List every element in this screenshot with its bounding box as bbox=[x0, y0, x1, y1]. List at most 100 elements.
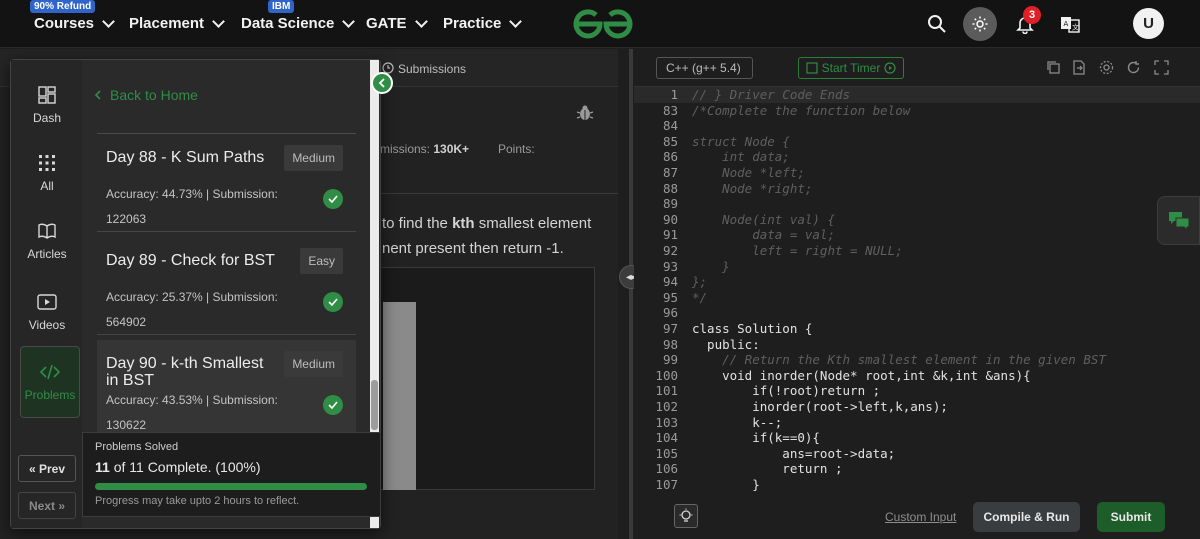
editor-toolbar: C++ (g++ 5.4) Start Timer bbox=[634, 49, 1200, 87]
drawer-scrollbar-thumb[interactable] bbox=[371, 380, 378, 430]
nav-gate[interactable]: GATE bbox=[366, 15, 428, 32]
code-editor-pane: C++ (g++ 5.4) Start Timer 1 // } Driver C… bbox=[634, 49, 1200, 539]
code-line: 96 bbox=[634, 305, 1200, 321]
svg-text:文: 文 bbox=[1072, 23, 1079, 32]
code-text: // } Driver Code Ends bbox=[692, 87, 851, 102]
sidebar-item-problems[interactable]: Problems bbox=[20, 346, 80, 418]
desc-post: smallest element bbox=[474, 215, 592, 232]
prev-button[interactable]: « Prev bbox=[18, 455, 76, 482]
code-line: 87 Node *left; bbox=[634, 165, 1200, 181]
chat-button[interactable] bbox=[1157, 196, 1200, 245]
top-navbar: 90% Refund Courses Placement IBM Data Sc… bbox=[0, 0, 1200, 48]
code-text: class Solution { bbox=[692, 321, 813, 336]
line-number: 99 bbox=[662, 352, 678, 368]
sidebar-item-all[interactable]: All bbox=[17, 153, 77, 193]
code-text: // Return the Kth smallest element in th… bbox=[692, 352, 1106, 368]
start-timer-label: Start Timer bbox=[821, 61, 881, 75]
line-number: 87 bbox=[662, 165, 678, 180]
lightbulb-icon bbox=[679, 508, 693, 522]
code-text: if(k==0){ bbox=[692, 430, 820, 446]
line-number: 97 bbox=[662, 321, 678, 336]
theme-toggle-button[interactable] bbox=[963, 7, 997, 41]
problem-description-line: nent present then return -1. bbox=[382, 240, 564, 257]
gfg-logo[interactable] bbox=[572, 8, 634, 40]
settings-gear-icon[interactable] bbox=[1099, 60, 1114, 75]
nav-placement[interactable]: Placement bbox=[129, 15, 225, 32]
nav-practice[interactable]: Practice bbox=[443, 15, 523, 32]
difficulty-badge: Easy bbox=[300, 248, 343, 274]
user-avatar[interactable]: U bbox=[1133, 8, 1164, 39]
code-line: 103 k--; bbox=[634, 415, 1200, 431]
code-line: 83 /*Complete the function below bbox=[634, 103, 1200, 119]
sidebar-item-videos[interactable]: Videos bbox=[17, 292, 77, 332]
nav-practice-label: Practice bbox=[443, 15, 502, 32]
difficulty-badge: Medium bbox=[284, 351, 343, 377]
hint-bulb-button[interactable] bbox=[674, 504, 698, 528]
bug-report-icon[interactable] bbox=[576, 104, 594, 122]
line-number: 103 bbox=[655, 414, 678, 430]
problem-card[interactable]: Day 89 - Check for BST Easy Accuracy: 25.3… bbox=[97, 237, 356, 335]
custom-input-link[interactable]: Custom Input bbox=[885, 510, 956, 524]
code-text: struct Node { bbox=[692, 133, 790, 149]
video-icon bbox=[37, 294, 57, 310]
line-number: 95 bbox=[662, 289, 678, 305]
chevron-down-icon bbox=[102, 15, 115, 28]
code-line: 89 bbox=[634, 196, 1200, 212]
code-line: 92 left = right = NULL; bbox=[634, 243, 1200, 259]
line-number: 90 bbox=[662, 211, 678, 227]
code-line: 90 Node(int val) { bbox=[634, 212, 1200, 228]
nav-placement-label: Placement bbox=[129, 15, 205, 32]
line-number: 91 bbox=[662, 227, 678, 243]
code-line: 106 return ; bbox=[634, 461, 1200, 477]
code-line: 102 inorder(root->left,k,ans); bbox=[634, 399, 1200, 415]
line-number: 84 bbox=[662, 118, 678, 134]
code-text: k--; bbox=[692, 414, 783, 430]
points-stat: Points: bbox=[498, 142, 535, 156]
chevron-down-icon bbox=[342, 15, 356, 28]
code-text: if(!root)return ; bbox=[692, 383, 881, 399]
import-file-icon[interactable] bbox=[1071, 60, 1086, 75]
sidebar-item-articles[interactable]: Articles bbox=[17, 221, 77, 261]
code-line: 104 if(k==0){ bbox=[634, 430, 1200, 446]
nav-courses[interactable]: Courses bbox=[34, 15, 115, 32]
code-area[interactable]: 1 // } Driver Code Ends 83 /*Complete the f… bbox=[634, 87, 1200, 499]
progress-count-text: of 11 Complete. (100%) bbox=[109, 459, 261, 475]
problem-card[interactable]: Day 90 - k-th Smallest in BST Medium Accur… bbox=[97, 340, 356, 438]
solved-check-icon bbox=[323, 395, 343, 415]
nav-data-science[interactable]: Data Science bbox=[241, 15, 356, 32]
reset-icon[interactable] bbox=[1126, 60, 1141, 75]
sidebar-item-dash[interactable]: Dash bbox=[17, 85, 77, 125]
compile-run-button[interactable]: Compile & Run bbox=[973, 502, 1080, 532]
line-number: 92 bbox=[662, 243, 678, 258]
code-line: 100 void inorder(Node* root,int &k,int &… bbox=[634, 368, 1200, 384]
search-icon[interactable] bbox=[923, 10, 951, 38]
start-timer-button[interactable]: Start Timer bbox=[798, 57, 904, 79]
nav-data-science-label: Data Science bbox=[241, 15, 335, 32]
pane-splitter[interactable] bbox=[629, 49, 633, 539]
code-icon bbox=[40, 364, 60, 380]
fullscreen-icon[interactable] bbox=[1154, 60, 1169, 75]
accuracy-text: Accuracy: 44.73% | Submission: bbox=[106, 187, 278, 201]
code-text: Node *right; bbox=[692, 180, 813, 196]
collapse-drawer-button[interactable] bbox=[371, 72, 393, 94]
code-line: 107 } bbox=[634, 477, 1200, 493]
copy-icon[interactable] bbox=[1046, 60, 1061, 75]
problem-card[interactable]: Day 88 - K Sum Paths Medium Accuracy: 44.7… bbox=[97, 134, 356, 232]
dashboard-icon bbox=[38, 86, 56, 104]
line-number: 106 bbox=[655, 461, 678, 477]
next-button[interactable]: Next » bbox=[18, 492, 76, 519]
sidebar-label-all: All bbox=[40, 179, 54, 193]
submissions-stat-label: missions: bbox=[380, 142, 431, 156]
divider bbox=[370, 193, 618, 194]
solved-check-icon bbox=[323, 189, 343, 209]
progress-count-number: 11 bbox=[95, 459, 110, 475]
code-text: return ; bbox=[692, 461, 843, 477]
progress-panel: Problems Solved 11 of 11 Complete. (100%… bbox=[82, 432, 381, 517]
translate-icon[interactable]: A文 bbox=[1056, 10, 1084, 38]
tab-submissions[interactable]: Submissions bbox=[398, 62, 466, 76]
back-to-home-link[interactable]: Back to Home bbox=[94, 87, 198, 103]
line-number: 85 bbox=[662, 133, 678, 149]
grid-icon bbox=[39, 155, 55, 171]
submit-button[interactable]: Submit bbox=[1097, 502, 1165, 532]
language-select[interactable]: C++ (g++ 5.4) bbox=[656, 57, 753, 79]
